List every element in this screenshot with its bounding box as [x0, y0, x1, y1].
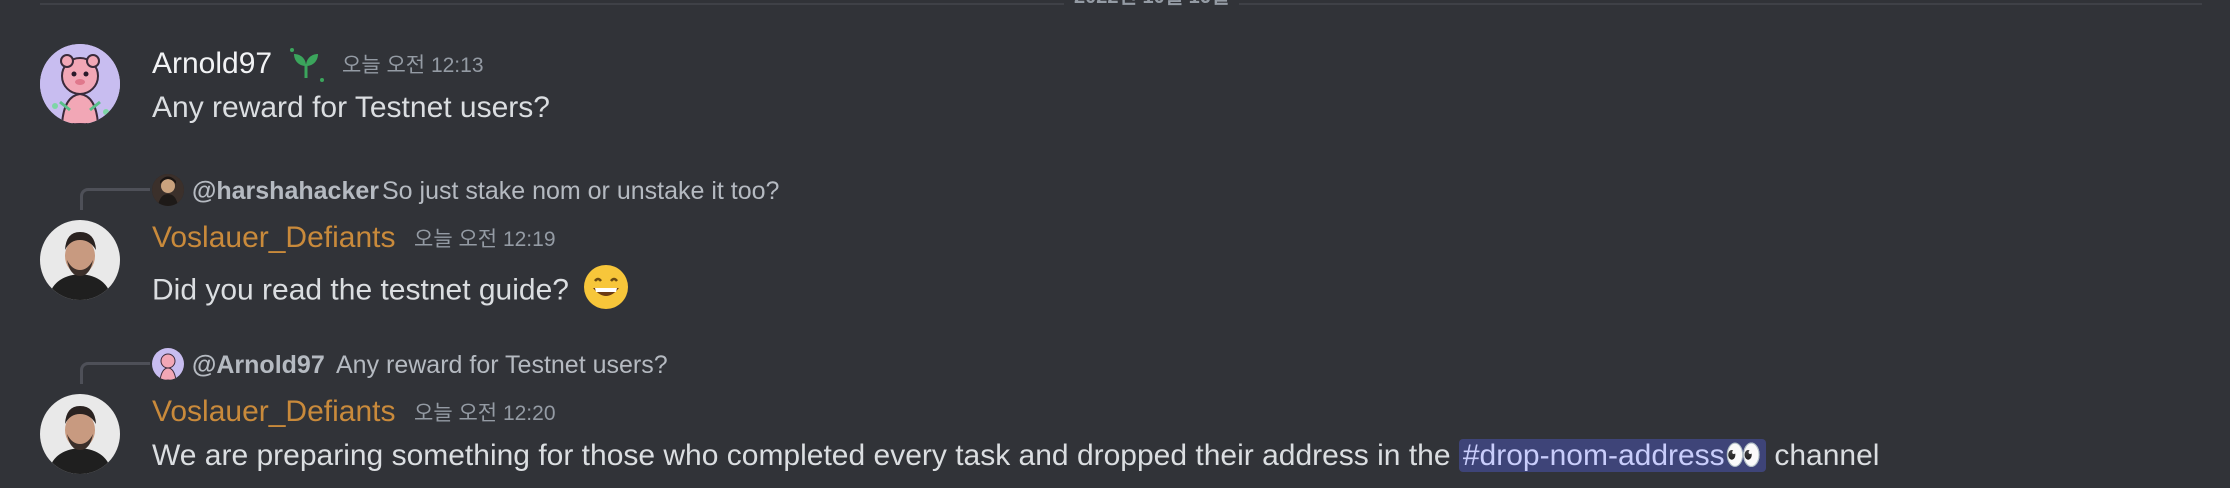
sprout-icon[interactable]	[286, 44, 326, 89]
username[interactable]: Voslauer_Defiants	[152, 394, 396, 430]
message-text: Did you read the testnet guide?	[152, 273, 569, 307]
reply-username[interactable]: @harshahacker	[192, 176, 379, 206]
reply-spine	[80, 362, 150, 384]
message-content: We are preparing something for those who…	[152, 438, 1879, 474]
avatar-image	[40, 220, 120, 300]
message-text-after: channel	[1774, 439, 1880, 472]
message-content: Any reward for Testnet users?	[152, 91, 550, 124]
username[interactable]: Voslauer_Defiants	[152, 220, 396, 256]
username[interactable]: Arnold97	[152, 46, 272, 82]
reply-avatar-arnold97[interactable]	[152, 348, 184, 380]
divider-date-label: 2022년 10월 16일	[1064, 0, 1240, 8]
avatar-voslauer[interactable]	[40, 394, 120, 474]
reply-spine	[80, 188, 150, 210]
message-text-before: We are preparing something for those who…	[152, 439, 1451, 472]
reply-preview-text[interactable]: So just stake nom or unstake it too?	[382, 176, 779, 206]
chat-message-list: 2022년 10월 16일 Arnold97	[0, 0, 2230, 488]
timestamp[interactable]: 오늘 오전 12:20	[414, 402, 556, 426]
avatar-image	[40, 44, 120, 124]
channel-mention[interactable]: #drop-nom-address👀	[1458, 439, 1767, 472]
avatar-image	[40, 394, 120, 474]
reply-avatar-harshahacker[interactable]	[152, 174, 184, 206]
date-divider: 2022년 10월 16일	[40, 0, 2202, 8]
reply-username[interactable]: @Arnold97	[192, 350, 325, 380]
message-content: Did you read the testnet guide?	[152, 264, 629, 319]
reply-preview-text[interactable]: Any reward for Testnet users?	[336, 350, 668, 380]
grinning-face-emoji[interactable]	[583, 264, 629, 319]
avatar-voslauer[interactable]	[40, 220, 120, 300]
timestamp[interactable]: 오늘 오전 12:19	[414, 228, 556, 252]
avatar-arnold97[interactable]	[40, 44, 120, 124]
timestamp[interactable]: 오늘 오전 12:13	[342, 54, 484, 78]
